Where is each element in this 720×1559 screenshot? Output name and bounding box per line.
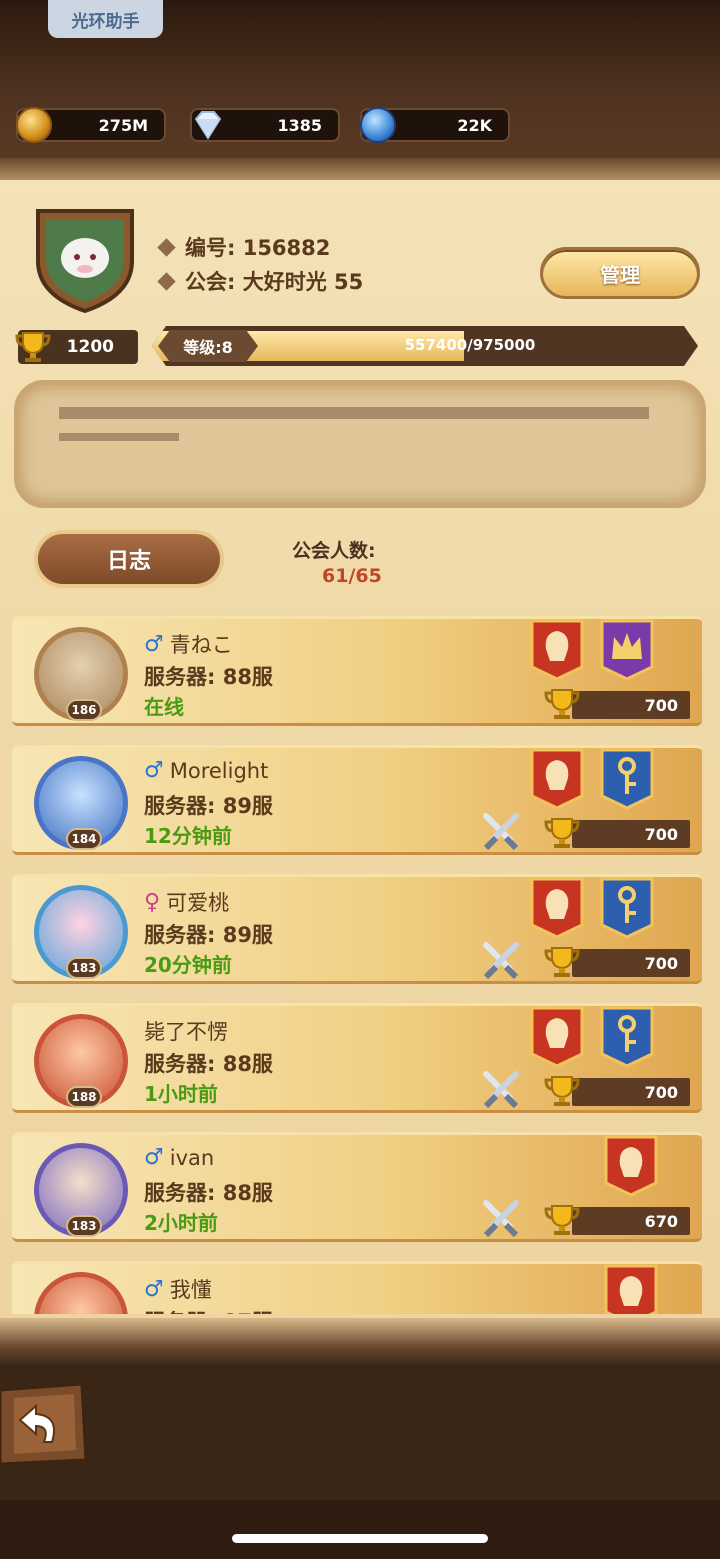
crossed-swords-icon[interactable] [480, 810, 522, 852]
member-name-line: ♂ Morelight [144, 758, 268, 783]
guild-id: 编号: 156882 [185, 236, 331, 260]
member-last-online: 2小时前 [144, 1211, 218, 1235]
member-level-badge: 186 [66, 699, 102, 721]
member-name-line: ♂ ivan [144, 1145, 214, 1170]
member-server: 服务器: 89服 [144, 923, 273, 947]
male-gender-icon: ♂ [144, 1276, 164, 1302]
male-gender-icon: ♂ [144, 1145, 164, 1170]
member-name-line: ♂ 青ねこ [144, 629, 233, 659]
member-name: 可爱桃 [166, 891, 230, 915]
purple-crown-banner-icon [600, 619, 654, 681]
crystal-value: 22K [457, 115, 492, 135]
guild-trophy-value: 1200 [66, 337, 114, 357]
crossed-swords-icon[interactable] [480, 1068, 522, 1110]
blurred-notice-text [59, 433, 179, 441]
member-count-label: 公会人数: [292, 540, 376, 562]
bullet-diamond-icon [157, 237, 176, 257]
home-indicator[interactable] [232, 1534, 488, 1543]
member-points: 700 [572, 1078, 690, 1106]
red-helm-banner-icon [530, 748, 584, 810]
member-name-line: ♀ 可爱桃 [144, 887, 229, 917]
member-row[interactable]: ♂我懂服务器: 87服 [12, 1261, 702, 1314]
member-points: 670 [572, 1207, 690, 1235]
bullet-diamond-icon [157, 271, 176, 291]
blue-key-banner-icon [600, 1006, 654, 1068]
trophy-icon [542, 816, 582, 850]
member-list[interactable]: 186 ♂ 青ねこ 服务器: 88服 在线 700 184 ♂ Morelight 服务器: 89… [0, 614, 720, 1314]
member-server: 服务器: 88服 [144, 1052, 273, 1076]
female-gender-icon: ♀ [144, 889, 161, 915]
guild-name-line: 公会: 大好时光 55 [157, 266, 364, 296]
manage-button[interactable]: 管理 [540, 247, 700, 299]
member-name: 我懂 [169, 1278, 212, 1302]
gold-value: 275M [98, 115, 148, 135]
member-server: 服务器: 87服 [144, 1306, 273, 1314]
member-row[interactable]: 183 ♀ 可爱桃服务器: 89服 20分钟前 700 [12, 874, 702, 984]
member-last-online: 12分钟前 [144, 824, 232, 848]
member-server: 服务器: 88服 [144, 1181, 273, 1205]
trophy-icon [542, 1074, 582, 1108]
member-points: 700 [572, 949, 690, 977]
member-last-online: 在线 [144, 695, 184, 719]
gem-value: 1385 [277, 115, 322, 135]
member-row[interactable]: 188 毙了不愣服务器: 88服 1小时前 700 [12, 1003, 702, 1113]
male-gender-icon: ♂ [144, 631, 164, 657]
member-server: 服务器: 89服 [144, 794, 273, 818]
member-level-badge: 188 [66, 1086, 102, 1108]
trophy-icon [542, 687, 582, 721]
gold-counter[interactable]: 275M [16, 107, 166, 143]
member-row[interactable]: 183 ♂ ivan 服务器: 88服 2小时前 670 [12, 1132, 702, 1242]
member-name: ivan [169, 1145, 215, 1170]
trophy-icon [15, 332, 51, 362]
member-row[interactable]: 184 ♂ Morelight 服务器: 89服 12分钟前 700 [12, 745, 702, 855]
guild-name: 公会: 大好时光 55 [185, 270, 364, 294]
gem-counter[interactable]: 1385 [190, 108, 340, 142]
male-gender-icon: ♂ [144, 758, 164, 783]
member-level-badge: 183 [66, 957, 102, 979]
member-points: 700 [572, 820, 690, 848]
member-name-line: ♂ 我懂 [144, 1274, 212, 1304]
member-count-value: 61/65 [322, 565, 382, 587]
guild-notice-board[interactable] [14, 380, 706, 508]
guild-exp-text: 557400/975000 [404, 336, 536, 354]
member-name: Morelight [169, 758, 269, 783]
footer-strip [0, 1500, 720, 1559]
red-helm-banner-icon [530, 877, 584, 939]
red-helm-banner-icon [530, 619, 584, 681]
member-name: 青ねこ [169, 633, 233, 657]
diamond-icon [190, 107, 226, 143]
crossed-swords-icon[interactable] [480, 1197, 522, 1239]
guild-trophy-counter: 1200 [15, 330, 138, 364]
trophy-icon [542, 945, 582, 979]
gold-coin-icon [16, 107, 52, 143]
log-button[interactable]: 日志 [34, 530, 224, 588]
member-points: 700 [572, 691, 690, 719]
guild-level-badge: 等级:8 [158, 330, 258, 362]
member-row[interactable]: 186 ♂ 青ねこ服务器: 88服 在线 700 [12, 616, 702, 726]
member-level-badge: 184 [66, 828, 102, 850]
crossed-swords-icon[interactable] [480, 939, 522, 981]
red-helm-banner-icon [530, 1006, 584, 1068]
blue-crystal-icon [360, 107, 396, 143]
blue-key-banner-icon [600, 877, 654, 939]
helper-tag[interactable]: 光环助手 [48, 0, 163, 38]
member-last-online: 1小时前 [144, 1082, 218, 1106]
crystal-counter[interactable]: 22K [360, 107, 510, 143]
member-name: 毙了不愣 [144, 1020, 228, 1044]
member-server: 服务器: 88服 [144, 665, 273, 689]
red-helm-banner-icon [604, 1264, 658, 1314]
trophy-icon [542, 1203, 582, 1237]
guild-id-line: 编号: 156882 [157, 232, 331, 262]
blue-key-banner-icon [600, 748, 654, 810]
blurred-notice-text [59, 407, 649, 419]
member-level-badge: 183 [66, 1215, 102, 1237]
member-last-online: 20分钟前 [144, 953, 232, 977]
bottom-edge [0, 1318, 720, 1366]
red-helm-banner-icon [604, 1135, 658, 1197]
guild-emblem-icon[interactable] [30, 203, 140, 313]
back-arrow-icon[interactable] [0, 1380, 88, 1468]
member-avatar[interactable] [34, 1272, 128, 1314]
member-name-line: 毙了不愣 [144, 1016, 228, 1046]
